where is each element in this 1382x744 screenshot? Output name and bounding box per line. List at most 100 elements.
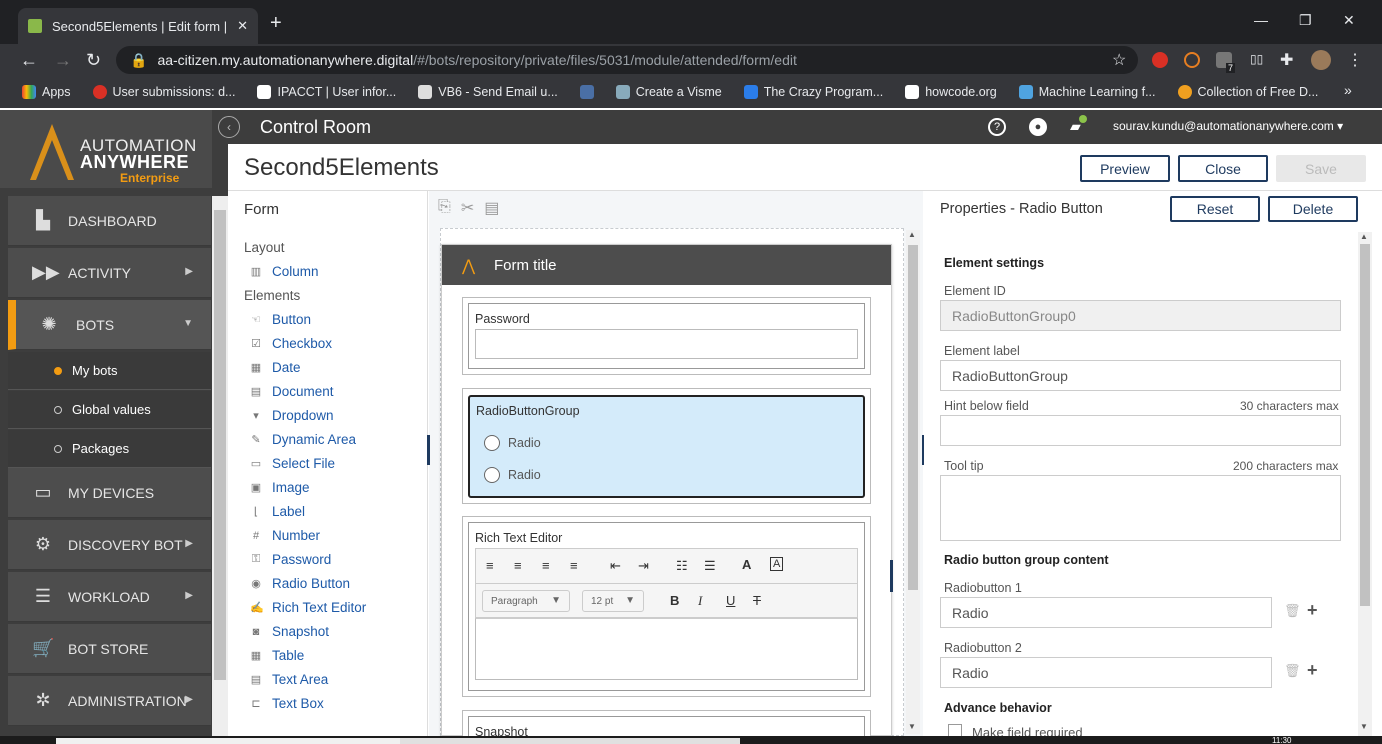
palette-item-table[interactable]: ▦ Table xyxy=(250,648,304,663)
back-arrow-icon[interactable]: ← xyxy=(20,50,38,71)
italic-icon[interactable]: I xyxy=(698,593,702,609)
palette-item-select-file[interactable]: ▭ Select File xyxy=(250,456,335,471)
window-close-icon[interactable]: ✕ xyxy=(1343,12,1355,29)
indent-icon[interactable]: ⇥ xyxy=(638,558,649,574)
form-element-rich-text-editor[interactable]: Rich Text Editor ≡ ≡ ≡ ≡ ⇤ ⇥ ☷ ☰ A A Par… xyxy=(462,516,871,697)
trash-icon[interactable]: 🗑 xyxy=(1284,603,1301,619)
radiobutton-1-input[interactable]: Radio xyxy=(940,597,1272,628)
extension-icon[interactable] xyxy=(1152,52,1168,68)
bookmarks-overflow-icon[interactable]: » xyxy=(1344,82,1352,98)
hint-input[interactable] xyxy=(940,415,1341,446)
radiobutton-2-input[interactable]: Radio xyxy=(940,657,1272,688)
close-button[interactable]: Close xyxy=(1178,155,1268,182)
font-size-select[interactable]: 12 pt ▼ xyxy=(582,590,644,612)
add-icon[interactable]: + xyxy=(1307,660,1318,681)
palette-item-checkbox[interactable]: ☑ Checkbox xyxy=(250,336,332,351)
radio-group-selected[interactable]: RadioButtonGroup Radio Radio xyxy=(468,395,865,498)
canvas-scroll-thumb[interactable] xyxy=(908,245,918,590)
bookmark-star-icon[interactable]: ☆ xyxy=(1112,50,1126,70)
nav-workload[interactable]: ☰ WORKLOAD ▶ xyxy=(8,572,211,622)
palette-item-image[interactable]: ▣ Image xyxy=(250,480,310,495)
tab-close-icon[interactable]: ✕ xyxy=(237,18,248,34)
bookmark-item[interactable]: Collection of Free D... xyxy=(1177,85,1318,99)
bold-icon[interactable]: B xyxy=(670,593,679,608)
save-button[interactable]: Save xyxy=(1276,155,1366,182)
paste-icon[interactable]: ▤ xyxy=(484,198,499,218)
nav-my-devices[interactable]: ▭ MY DEVICES xyxy=(8,468,211,518)
cut-icon[interactable]: ✂ xyxy=(461,198,474,218)
align-right-icon[interactable]: ≡ xyxy=(542,558,550,573)
form-element-password[interactable]: Password xyxy=(462,297,871,375)
url-input[interactable]: 🔒 aa-citizen.my.automationanywhere.digit… xyxy=(116,46,1138,74)
nav-bots[interactable]: ✺ BOTS ▼ xyxy=(8,300,211,350)
password-input[interactable] xyxy=(475,329,858,359)
palette-item-dynamic-area[interactable]: ✎ Dynamic Area xyxy=(250,432,356,447)
preview-button[interactable]: Preview xyxy=(1080,155,1170,182)
new-tab-button[interactable]: + xyxy=(270,12,282,35)
rte-content-area[interactable] xyxy=(475,618,858,680)
outdent-icon[interactable]: ⇤ xyxy=(610,558,621,574)
bookmark-item[interactable]: IPACCT | User infor... xyxy=(257,85,396,99)
palette-item-rich-text-editor[interactable]: ✍ Rich Text Editor xyxy=(250,600,366,615)
user-menu[interactable]: sourav.kundu@automationanywhere.com ▾ xyxy=(1113,119,1343,133)
paragraph-select[interactable]: Paragraph ▼ xyxy=(482,590,570,612)
scroll-up-icon[interactable]: ▲ xyxy=(908,230,916,239)
font-color-icon[interactable]: A xyxy=(742,557,751,572)
splitter-handle[interactable] xyxy=(427,435,430,465)
nav-packages[interactable]: Packages xyxy=(8,430,211,468)
trash-icon[interactable]: 🗑 xyxy=(1284,663,1301,679)
align-left-icon[interactable]: ≡ xyxy=(486,558,494,573)
numbered-list-icon[interactable]: ☰ xyxy=(704,558,716,574)
forward-arrow-icon[interactable]: → xyxy=(54,50,72,71)
reload-icon[interactable]: ↻ xyxy=(86,50,101,71)
taskbar-item[interactable] xyxy=(56,738,401,744)
palette-item-password[interactable]: ⚿ Password xyxy=(250,552,331,567)
bookmark-item[interactable]: The Crazy Program... xyxy=(743,85,883,99)
properties-scroll-thumb[interactable] xyxy=(1360,244,1370,606)
palette-item-number[interactable]: # Number xyxy=(250,528,320,543)
bookmark-item[interactable]: Apps xyxy=(22,85,71,99)
highlight-icon[interactable]: A xyxy=(770,557,784,571)
nav-bot-store[interactable]: 🛒 BOT STORE xyxy=(8,624,211,674)
puzzle-icon[interactable]: ✚ xyxy=(1280,50,1293,70)
palette-item-document[interactable]: ▤ Document xyxy=(250,384,334,399)
add-icon[interactable]: + xyxy=(1307,600,1318,621)
align-justify-icon[interactable]: ≡ xyxy=(570,558,578,573)
scroll-down-icon[interactable]: ▼ xyxy=(1360,722,1368,731)
underline-icon[interactable]: U xyxy=(726,593,735,608)
strikethrough-icon[interactable]: T xyxy=(753,593,761,608)
bookmark-item[interactable]: Machine Learning f... xyxy=(1018,85,1156,99)
extension-icon[interactable]: ▯▯ xyxy=(1250,52,1263,66)
tooltip-textarea[interactable] xyxy=(940,475,1341,541)
palette-item-text-box[interactable]: ⊏ Text Box xyxy=(250,696,323,711)
nav-global-values[interactable]: Global values xyxy=(8,391,211,429)
copy-icon[interactable]: ⎘ xyxy=(438,198,451,218)
palette-item-date[interactable]: ▦ Date xyxy=(250,360,301,375)
scroll-up-icon[interactable]: ▲ xyxy=(1360,232,1368,241)
maximize-icon[interactable]: ❐ xyxy=(1299,12,1312,29)
bookmark-item[interactable]: VB6 - Send Email u... xyxy=(418,85,558,99)
extension-icon[interactable] xyxy=(1184,52,1200,68)
bookmark-item[interactable]: howcode.org xyxy=(905,85,997,99)
collapse-sidebar-icon[interactable]: ‹ xyxy=(218,116,240,138)
palette-item-label[interactable]: ⌊ Label xyxy=(250,504,305,519)
bookmark-item[interactable]: User submissions: d... xyxy=(92,85,235,99)
align-center-icon[interactable]: ≡ xyxy=(514,558,522,573)
palette-item-text-area[interactable]: ▤ Text Area xyxy=(250,672,328,687)
nav-administration[interactable]: ✲ ADMINISTRATION ▶ xyxy=(8,676,211,726)
sidebar-scroll-thumb[interactable] xyxy=(214,210,226,680)
radio-option[interactable]: Radio xyxy=(484,467,541,483)
element-label-input[interactable]: RadioButtonGroup xyxy=(940,360,1341,391)
palette-item-snapshot[interactable]: ◙ Snapshot xyxy=(250,624,329,639)
bookmark-item[interactable]: Create a Visme xyxy=(615,85,722,99)
menu-kebab-icon[interactable]: ⋮ xyxy=(1347,50,1363,70)
delete-button[interactable]: Delete xyxy=(1268,196,1358,222)
minimize-icon[interactable]: — xyxy=(1254,12,1268,28)
taskbar-item[interactable] xyxy=(400,738,740,744)
radio-option[interactable]: Radio xyxy=(484,435,541,451)
splitter-handle[interactable] xyxy=(890,560,893,592)
avatar[interactable] xyxy=(1311,50,1331,70)
globe-icon[interactable]: ● xyxy=(1029,118,1047,136)
browser-tab[interactable]: Second5Elements | Edit form | Co ✕ xyxy=(18,8,258,44)
form-header[interactable]: ⋀ Form title xyxy=(442,245,891,285)
